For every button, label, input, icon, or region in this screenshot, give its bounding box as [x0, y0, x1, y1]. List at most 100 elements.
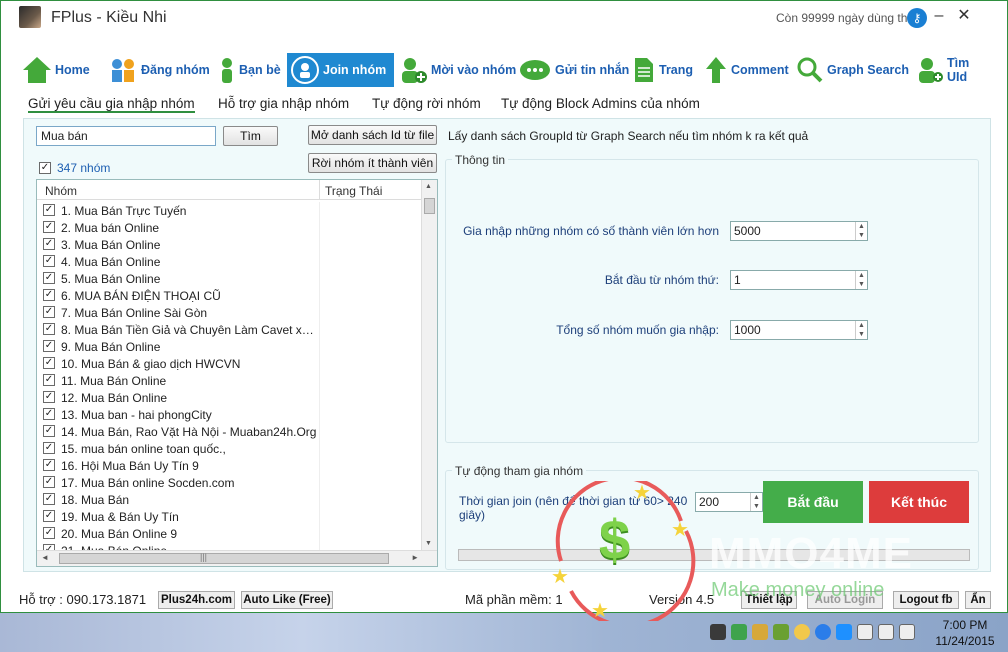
tab-join-request[interactable]: Gửi yêu cầu gia nhập nhóm: [28, 96, 195, 113]
toolbar-comment[interactable]: Comment: [705, 53, 789, 87]
toolbar-invite[interactable]: Mời vào nhóm: [399, 53, 516, 87]
min-members-value: 5000: [734, 224, 761, 238]
speaker-icon[interactable]: [899, 624, 915, 640]
list-item[interactable]: ✓ 5. Mua Bán Online: [37, 270, 421, 287]
list-item[interactable]: ✓ 4. Mua Bán Online: [37, 253, 421, 270]
list-item[interactable]: ✓ 19. Mua & Bán Uy Tín: [37, 508, 421, 525]
search-input[interactable]: Mua bán: [36, 126, 216, 146]
open-id-file-button[interactable]: Mở danh sách Id từ file: [308, 125, 437, 145]
checkbox[interactable]: ✓: [43, 476, 55, 488]
checkbox[interactable]: ✓: [43, 272, 55, 284]
find-button[interactable]: Tìm: [223, 126, 278, 146]
group-name: 17. Mua Bán online Socden.com: [61, 476, 235, 490]
checkbox[interactable]: ✓: [43, 323, 55, 335]
checkbox[interactable]: ✓: [43, 425, 55, 437]
checkbox[interactable]: ✓: [43, 238, 55, 250]
checkbox[interactable]: ✓: [43, 493, 55, 505]
app-tray-icon[interactable]: [752, 624, 768, 640]
taskbar-clock[interactable]: 7:00 PM 11/24/2015: [930, 617, 1000, 649]
toolbar-graph-search[interactable]: Graph Search: [797, 53, 909, 87]
checkbox[interactable]: ✓: [43, 374, 55, 386]
list-item[interactable]: ✓ 11. Mua Bán Online: [37, 372, 421, 389]
minimize-button[interactable]: –: [926, 5, 952, 27]
hide-button[interactable]: Ẩn: [965, 591, 991, 609]
list-item[interactable]: ✓ 12. Mua Bán Online: [37, 389, 421, 406]
tab-block-admins[interactable]: Tự động Block Admins của nhóm: [501, 96, 700, 111]
toolbar-home[interactable]: Home: [23, 53, 90, 87]
toolbar-page[interactable]: Trang: [633, 53, 693, 87]
emoji-icon[interactable]: [794, 624, 810, 640]
vertical-scrollbar[interactable]: ▲ ▼: [421, 180, 437, 550]
tab-join-support[interactable]: Hỗ trợ gia nhập nhóm: [218, 96, 349, 111]
select-all-groups[interactable]: ✓ 347 nhóm: [39, 161, 110, 175]
spin-buttons[interactable]: ▲ ▼: [750, 493, 762, 511]
list-item[interactable]: ✓ 20. Mua Bán Online 9: [37, 525, 421, 542]
list-item[interactable]: ✓ 18. Mua Bán: [37, 491, 421, 508]
key-icon[interactable]: ⚷: [907, 8, 927, 28]
close-button[interactable]: ✕: [951, 5, 977, 27]
group-name: 2. Mua bán Online: [61, 221, 160, 235]
checkbox[interactable]: ✓: [43, 289, 55, 301]
min-members-input[interactable]: 5000 ▲ ▼: [730, 221, 868, 241]
checkbox[interactable]: ✓: [43, 527, 55, 539]
tab-auto-leave[interactable]: Tự động rời nhóm: [372, 96, 481, 111]
start-button[interactable]: Bắt đầu: [763, 481, 863, 523]
list-item[interactable]: ✓ 9. Mua Bán Online: [37, 338, 421, 355]
update-icon[interactable]: [836, 624, 852, 640]
auto-like-button[interactable]: Auto Like (Free): [241, 591, 333, 609]
checkbox[interactable]: ✓: [43, 391, 55, 403]
checkbox[interactable]: ✓: [43, 204, 55, 216]
list-item[interactable]: ✓ 8. Mua Bán Tiền Giả và Chuyên Làm Cavet…: [37, 321, 421, 338]
checkbox[interactable]: ✓: [43, 459, 55, 471]
horizontal-scrollbar[interactable]: ◄ ||| ►: [37, 550, 437, 566]
total-groups-input[interactable]: 1000 ▲ ▼: [730, 320, 868, 340]
spin-buttons[interactable]: ▲ ▼: [855, 271, 867, 289]
network-icon[interactable]: [710, 624, 726, 640]
list-item[interactable]: ✓ 3. Mua Bán Online: [37, 236, 421, 253]
list-item[interactable]: ✓ 16. Hội Mua Bán Uy Tín 9: [37, 457, 421, 474]
column-header-status[interactable]: Trạng Thái: [325, 184, 382, 198]
start-from-input[interactable]: 1 ▲ ▼: [730, 270, 868, 290]
checkbox[interactable]: ✓: [43, 357, 55, 369]
spin-buttons[interactable]: ▲ ▼: [855, 321, 867, 339]
checkbox[interactable]: ✓: [43, 408, 55, 420]
toolbar-group-post[interactable]: Đăng nhóm: [109, 53, 210, 87]
list-item[interactable]: ✓ 15. mua bán online toan quốc.,: [37, 440, 421, 457]
interval-input[interactable]: 200 ▲ ▼: [695, 492, 763, 512]
column-header-group[interactable]: Nhóm: [45, 184, 77, 198]
spin-buttons[interactable]: ▲ ▼: [855, 222, 867, 240]
monitor-icon[interactable]: [878, 624, 894, 640]
logout-button[interactable]: Logout fb: [893, 591, 959, 609]
checkbox[interactable]: ✓: [43, 442, 55, 454]
toolbar-friends[interactable]: Bạn bè: [219, 53, 281, 87]
list-item[interactable]: ✓ 1. Mua Bán Trực Tuyến: [37, 202, 421, 219]
list-item[interactable]: ✓ 6. MUA BÁN ĐIỆN THOẠI CŨ: [37, 287, 421, 304]
checkbox[interactable]: ✓: [39, 162, 51, 174]
chrome-icon[interactable]: [815, 624, 831, 640]
list-item[interactable]: ✓ 2. Mua bán Online: [37, 219, 421, 236]
list-item[interactable]: ✓ 13. Mua ban - hai phongCity: [37, 406, 421, 423]
checkbox[interactable]: ✓: [43, 340, 55, 352]
plus-icon[interactable]: [731, 624, 747, 640]
leave-small-groups-button[interactable]: Rời nhóm ít thành viên: [308, 153, 437, 173]
list-item[interactable]: ✓ 10. Mua Bán & giao dịch HWCVN: [37, 355, 421, 372]
checkbox[interactable]: ✓: [43, 221, 55, 233]
group-name: 12. Mua Bán Online: [61, 391, 168, 405]
stop-button[interactable]: Kết thúc: [869, 481, 969, 523]
toolbar-message[interactable]: Gửi tin nhắn: [519, 53, 629, 87]
checkbox[interactable]: ✓: [43, 510, 55, 522]
toolbar-join-group[interactable]: Join nhóm: [287, 53, 394, 87]
auto-login-button[interactable]: Auto Login: [807, 591, 883, 609]
scroll-thumb[interactable]: [424, 198, 435, 214]
list-item[interactable]: ✓ 17. Mua Bán online Socden.com: [37, 474, 421, 491]
plus24h-link[interactable]: Plus24h.com: [158, 591, 235, 609]
list-item[interactable]: ✓ 14. Mua Bán, Rao Vặt Hà Nội - Muaban24h…: [37, 423, 421, 440]
settings-button[interactable]: Thiết lập: [741, 591, 797, 609]
flag-icon[interactable]: [857, 624, 873, 640]
nvidia-icon[interactable]: [773, 624, 789, 640]
checkbox[interactable]: ✓: [43, 306, 55, 318]
toolbar-find-uid[interactable]: Tìm UId: [917, 53, 991, 87]
list-item[interactable]: ✓ 7. Mua Bán Online Sài Gòn: [37, 304, 421, 321]
scroll-thumb[interactable]: |||: [59, 552, 389, 564]
checkbox[interactable]: ✓: [43, 255, 55, 267]
